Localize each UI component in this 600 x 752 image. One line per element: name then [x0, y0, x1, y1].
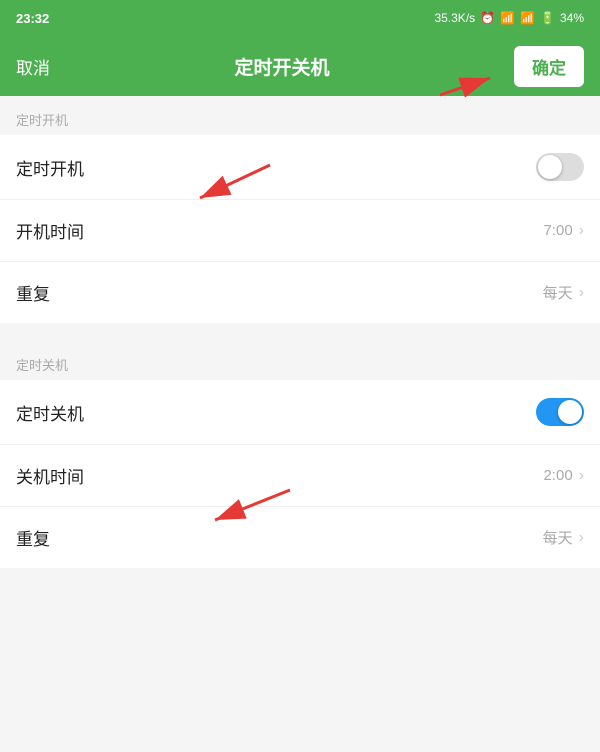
alarm-icon: ⏰	[480, 11, 495, 25]
status-right: 35.3K/s ⏰ 📶 📶 🔋 34%	[434, 11, 584, 25]
cancel-button[interactable]: 取消	[16, 54, 50, 79]
wifi-icon: 📶	[500, 11, 515, 25]
power-on-repeat-right: 每天 ›	[543, 282, 584, 303]
power-on-card: 定时开机 开机时间 7:00 › 重复 每天 ›	[0, 135, 600, 323]
confirm-button[interactable]: 确定	[514, 46, 584, 87]
power-on-time-right: 7:00 ›	[543, 222, 584, 240]
battery-icon: 🔋	[540, 11, 555, 25]
power-on-repeat-value: 每天	[543, 282, 573, 303]
power-off-repeat-label: 重复	[16, 525, 50, 550]
power-off-time-row[interactable]: 关机时间 2:00 ›	[0, 445, 600, 507]
status-bar: 23:32 35.3K/s ⏰ 📶 📶 🔋 34%	[0, 0, 600, 36]
power-off-time-value: 2:00	[543, 467, 572, 484]
power-on-repeat-label: 重复	[16, 280, 50, 305]
power-off-repeat-right: 每天 ›	[543, 527, 584, 548]
power-on-toggle-label: 定时开机	[16, 155, 84, 180]
power-off-toggle-knob	[558, 400, 582, 424]
power-on-repeat-chevron: ›	[579, 284, 584, 302]
power-off-toggle-label: 定时关机	[16, 400, 84, 425]
power-off-repeat-value: 每天	[543, 527, 573, 548]
content: 定时开机 定时开机 开机时间 7:00 › 重复 每天 › 定时关机 定时关机	[0, 96, 600, 752]
power-off-time-chevron: ›	[579, 467, 584, 485]
header: 取消 定时开关机 确定	[0, 36, 600, 96]
power-on-time-label: 开机时间	[16, 218, 84, 243]
power-on-toggle-row: 定时开机	[0, 135, 600, 200]
power-on-time-chevron: ›	[579, 222, 584, 240]
power-off-repeat-chevron: ›	[579, 529, 584, 547]
power-on-toggle[interactable]	[536, 153, 584, 181]
power-off-card: 定时关机 关机时间 2:00 › 重复 每天 ›	[0, 380, 600, 568]
power-off-time-right: 2:00 ›	[543, 467, 584, 485]
signal-icon: 📶	[520, 11, 535, 25]
page-title: 定时开关机	[234, 53, 329, 80]
power-on-toggle-knob	[538, 155, 562, 179]
power-on-time-value: 7:00	[543, 222, 572, 239]
power-on-section-label: 定时开机	[0, 96, 600, 135]
power-off-time-label: 关机时间	[16, 463, 84, 488]
network-speed: 35.3K/s	[434, 11, 475, 25]
status-time: 23:32	[16, 11, 49, 26]
power-off-toggle-row: 定时关机	[0, 380, 600, 445]
power-on-time-row[interactable]: 开机时间 7:00 ›	[0, 200, 600, 262]
power-off-section-label: 定时关机	[0, 341, 600, 380]
power-on-repeat-row[interactable]: 重复 每天 ›	[0, 262, 600, 323]
power-off-toggle[interactable]	[536, 398, 584, 426]
power-off-repeat-row[interactable]: 重复 每天 ›	[0, 507, 600, 568]
battery-percent: 34%	[560, 11, 584, 25]
section-separator	[0, 323, 600, 341]
